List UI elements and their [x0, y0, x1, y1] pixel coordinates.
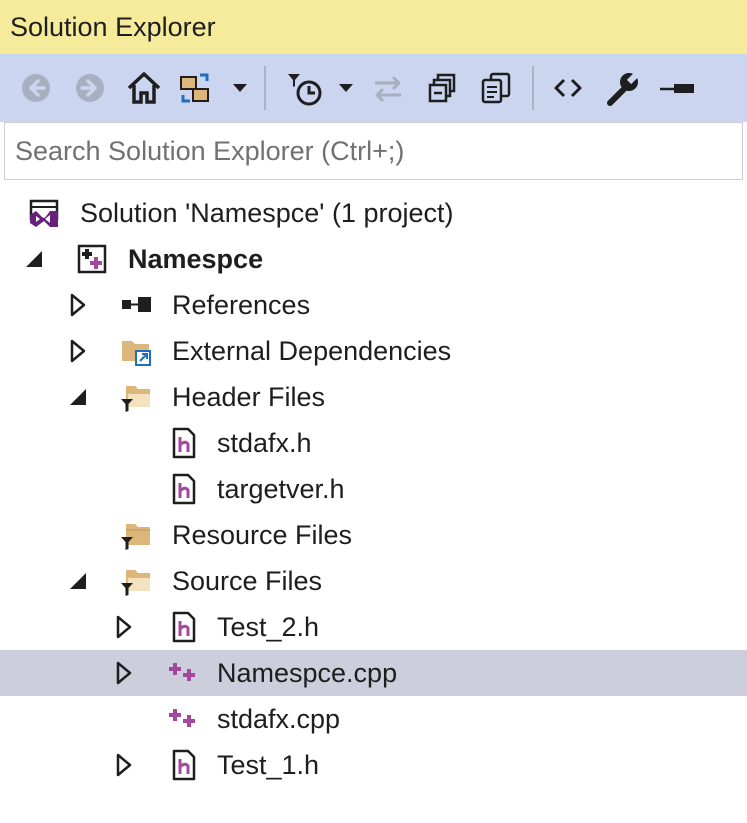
clock-filter-icon [288, 74, 322, 106]
header-file-icon [172, 749, 196, 781]
toolbar [0, 54, 747, 122]
show-all-files-icon [481, 72, 511, 104]
panel-title: Solution Explorer [10, 12, 216, 42]
header-file-icon [172, 611, 196, 643]
forward-button[interactable] [68, 66, 112, 110]
tree-item-label: stdafx.h [217, 428, 312, 458]
preview-selected-items-button[interactable] [654, 66, 698, 110]
tree-row-project[interactable]: Namespce [0, 236, 747, 282]
home-icon [127, 72, 161, 104]
expanded-arrow-icon[interactable] [66, 385, 90, 409]
collapsed-arrow-icon[interactable] [66, 339, 90, 363]
collapsed-arrow-icon[interactable] [112, 615, 136, 639]
collapsed-arrow-icon[interactable] [112, 661, 136, 685]
pending-changes-filter-button[interactable] [280, 66, 328, 110]
show-all-files-button[interactable] [474, 66, 518, 110]
tree-row-stdafx-cpp[interactable]: stdafx.cpp [0, 696, 747, 742]
header-file-icon [172, 427, 196, 459]
toolbar-separator [264, 66, 266, 110]
collapse-all-icon [428, 73, 456, 103]
tree-item-label: Solution 'Namespce' (1 project) [80, 198, 454, 228]
back-arrow-icon [22, 74, 50, 102]
collapse-all-button[interactable] [420, 66, 464, 110]
tree-item-label: targetver.h [217, 474, 345, 504]
cpp-project-icon [77, 244, 107, 274]
switch-views-icon [180, 73, 209, 103]
view-code-button[interactable] [546, 66, 590, 110]
search-input[interactable] [13, 134, 742, 168]
collapsed-arrow-icon[interactable] [66, 293, 90, 317]
cpp-file-icon [169, 663, 195, 681]
expanded-arrow-icon[interactable] [66, 569, 90, 593]
tree-row-test-2-h[interactable]: Test_2.h [0, 604, 747, 650]
back-button[interactable] [14, 66, 58, 110]
switch-views-dropdown[interactable] [226, 66, 254, 110]
switch-views-button[interactable] [176, 66, 214, 110]
tree-item-label: Namespce.cpp [217, 658, 398, 688]
tree-item-label: Resource Files [172, 520, 353, 550]
cpp-file-icon [169, 709, 195, 727]
panel-title-bar: Solution Explorer [0, 0, 747, 54]
tree-item-label: External Dependencies [172, 336, 452, 366]
tree-row-targetver-h[interactable]: targetver.h [0, 466, 747, 512]
tree-row-test-1-h[interactable]: Test_1.h [0, 742, 747, 788]
filter-folder-open-icon [121, 386, 150, 412]
code-brackets-icon [554, 78, 582, 98]
sync-icon [375, 75, 401, 103]
forward-arrow-icon [76, 74, 104, 102]
collapsed-arrow-icon[interactable] [112, 753, 136, 777]
tree-item-label: stdafx.cpp [217, 704, 341, 734]
toolbar-separator [532, 66, 534, 110]
tree-row-solution[interactable]: Solution 'Namespce' (1 project) [0, 190, 747, 236]
tree-item-label: Test_1.h [217, 750, 320, 780]
tree-row-references[interactable]: References [0, 282, 747, 328]
tree-row-stdafx-h[interactable]: stdafx.h [0, 420, 747, 466]
sync-with-active-document-button[interactable] [366, 66, 410, 110]
header-file-icon [172, 473, 196, 505]
search-box[interactable] [4, 122, 743, 180]
tree-row-header-files[interactable]: Header Files [0, 374, 747, 420]
external-dependencies-icon [122, 341, 151, 366]
tree-row-namespce-cpp[interactable]: Namespce.cpp [0, 650, 747, 696]
tree-row-external-dependencies[interactable]: External Dependencies [0, 328, 747, 374]
wrench-icon [607, 70, 640, 106]
tree-item-label: Source Files [172, 566, 323, 596]
tree-item-label: Test_2.h [217, 612, 320, 642]
filter-folder-icon [121, 524, 150, 550]
references-icon [122, 297, 151, 312]
chevron-down-icon [339, 84, 353, 92]
preview-icon [660, 84, 694, 93]
properties-button[interactable] [600, 66, 644, 110]
tree-item-label: Namespce [128, 244, 264, 274]
tree-row-source-files[interactable]: Source Files [0, 558, 747, 604]
tree-row-resource-files[interactable]: Resource Files [0, 512, 747, 558]
filter-folder-open-icon [121, 570, 150, 596]
solution-icon [29, 199, 59, 227]
tree-item-label: Header Files [172, 382, 326, 412]
pending-changes-filter-dropdown[interactable] [332, 66, 360, 110]
chevron-down-icon [233, 84, 247, 92]
tree-item-label: References [172, 290, 311, 320]
expanded-arrow-icon[interactable] [22, 247, 46, 271]
home-button[interactable] [122, 66, 166, 110]
